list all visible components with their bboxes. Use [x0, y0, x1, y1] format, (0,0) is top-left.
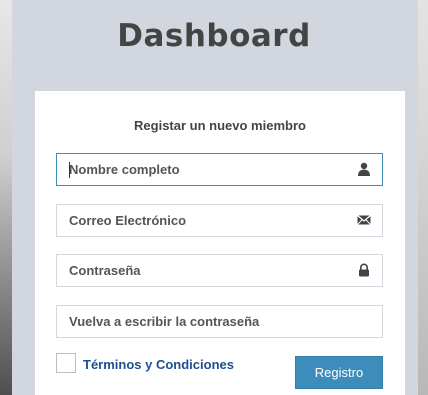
register-button[interactable]: Registro: [295, 356, 383, 389]
lock-icon: [357, 263, 371, 277]
password-field: [56, 254, 383, 287]
window-frame-left: [0, 0, 12, 395]
retype-password-input[interactable]: [57, 306, 347, 337]
window-frame-right: [418, 0, 428, 395]
user-icon: [357, 162, 371, 176]
dashboard-logo: Dashboard: [117, 18, 311, 54]
terms-link[interactable]: Términos y Condiciones: [83, 357, 234, 372]
register-box-title: Registar un nuevo miembro: [134, 118, 306, 133]
full-name-input[interactable]: [57, 154, 347, 185]
password-input[interactable]: [57, 255, 347, 286]
envelope-icon: [357, 213, 371, 227]
terms-checkbox[interactable]: [56, 353, 76, 373]
retype-password-field: [56, 305, 383, 338]
full-name-field: [56, 153, 383, 186]
email-input[interactable]: [57, 205, 347, 236]
text-caret: [69, 162, 70, 178]
register-box: Registar un nuevo miembro Nombre complet…: [35, 91, 405, 395]
email-field: [56, 204, 383, 237]
